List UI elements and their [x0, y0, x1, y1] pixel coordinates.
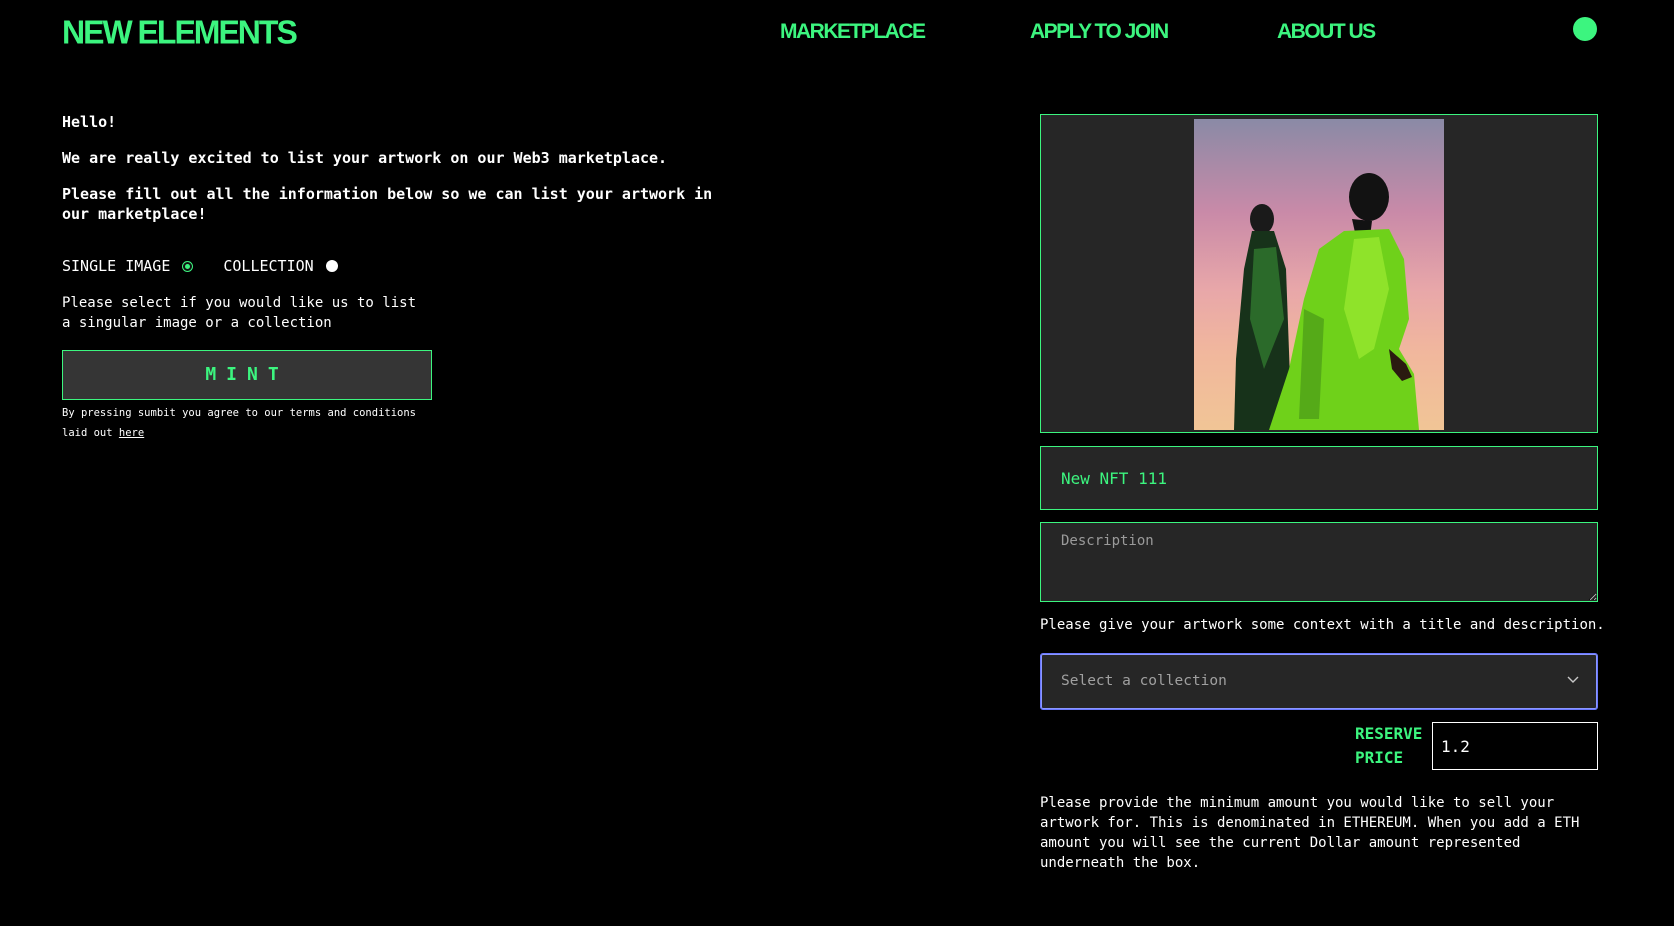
reserve-price-help: Please provide the minimum amount you wo…	[1040, 795, 1580, 871]
nav-marketplace[interactable]: MARKETPLACE	[780, 20, 926, 44]
intro-greeting: Hello!	[62, 113, 117, 131]
terms-text: By pressing sumbit you agree to our term…	[62, 407, 417, 439]
artwork-description-input[interactable]	[1040, 522, 1598, 602]
site-logo[interactable]: NEW ELEMENTS	[62, 13, 298, 52]
intro-line-2: Please fill out all the information belo…	[62, 185, 713, 223]
listing-type-group: SINGLE IMAGE COLLECTION	[62, 257, 338, 275]
collection-select-value: Select a collection	[1061, 673, 1227, 689]
mint-button[interactable]: MINT	[62, 350, 432, 400]
collection-label: COLLECTION	[223, 257, 314, 275]
reserve-price-label: RESERVE PRICE	[1355, 724, 1423, 767]
nav-apply-to-join[interactable]: APPLY TO JOIN	[1030, 20, 1169, 44]
terms-notice: By pressing sumbit you agree to our term…	[62, 403, 442, 443]
single-image-radio[interactable]	[182, 260, 194, 272]
listing-type-help: Please select if you would like us to li…	[62, 295, 417, 331]
intro-text: Hello! We are really excited to list you…	[62, 112, 742, 240]
collection-radio[interactable]	[325, 260, 338, 272]
single-image-label: SINGLE IMAGE	[62, 257, 171, 275]
reserve-price-input[interactable]	[1432, 722, 1598, 770]
context-help-text: Please give your artwork some context wi…	[1040, 617, 1605, 633]
user-avatar[interactable]	[1573, 17, 1597, 41]
nav-about-us[interactable]: ABOUT US	[1277, 20, 1376, 44]
terms-link[interactable]: here	[119, 427, 144, 439]
artwork-title-input[interactable]	[1040, 446, 1598, 510]
artwork-image	[1194, 119, 1444, 430]
chevron-down-icon	[1567, 676, 1579, 683]
intro-line-1: We are really excited to list your artwo…	[62, 149, 668, 167]
collection-select[interactable]: Select a collection	[1040, 653, 1598, 710]
artwork-preview[interactable]	[1040, 114, 1598, 433]
